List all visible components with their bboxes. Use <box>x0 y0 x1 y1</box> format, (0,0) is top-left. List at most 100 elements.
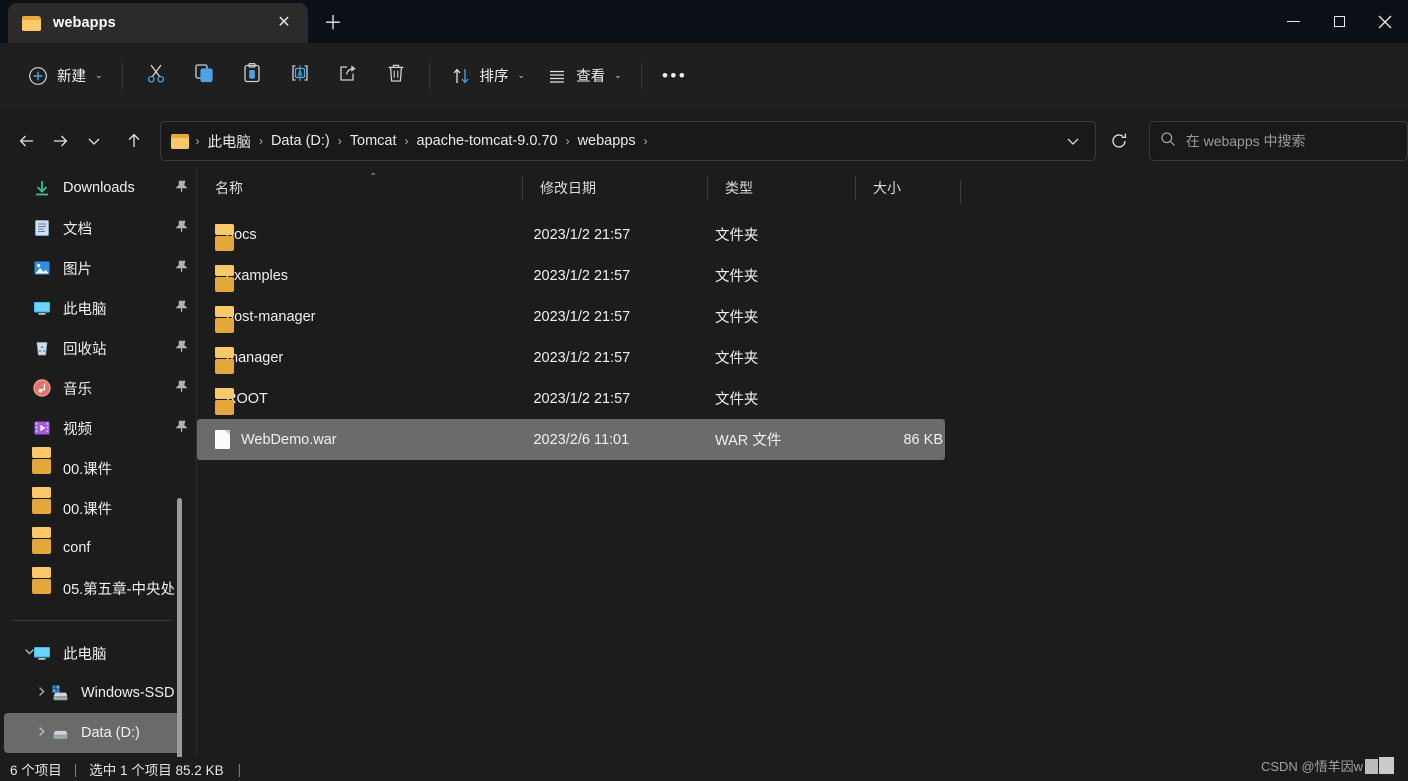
forward-button[interactable] <box>44 124 78 158</box>
more-options-button[interactable]: ••• <box>651 57 699 95</box>
file-date: 2023/2/6 11:01 <box>533 431 630 448</box>
address-dropdown-button[interactable] <box>1055 123 1091 159</box>
download-arrow-icon <box>32 178 52 198</box>
file-explorer-window: webapps ✕ ＋ 新建 ⌄ 排序 ⌄ 查看 ⌄ ••• › 此电脑 › D… <box>0 0 1408 781</box>
table-row[interactable]: examples 2023/1/2 21:57 文件夹 <box>197 255 945 296</box>
refresh-button[interactable] <box>1102 124 1136 158</box>
sidebar-item-downloads[interactable]: Downloads <box>4 168 188 208</box>
watermark-text: CSDN @悟羊因w <box>1260 759 1363 774</box>
list-lines-icon <box>545 64 569 88</box>
share-button[interactable] <box>324 57 372 95</box>
column-header-size[interactable]: 大小 <box>855 168 960 208</box>
sidebar-tree-this-pc[interactable]: 此电脑 <box>4 633 182 673</box>
file-rows: docs 2023/1/2 21:57 文件夹 examples 2023/1/… <box>197 208 1408 460</box>
view-button[interactable]: 查看 ⌄ <box>535 57 632 95</box>
file-date: 2023/1/2 21:57 <box>533 349 631 366</box>
sidebar-tree-data-d[interactable]: Data (D:) <box>4 713 182 753</box>
this-pc-icon <box>32 298 52 318</box>
chevron-right-icon[interactable] <box>34 725 48 741</box>
new-button[interactable]: 新建 ⌄ <box>16 57 113 95</box>
sidebar-item-label: 回收站 <box>63 341 107 358</box>
sidebar-item-recycle-bin[interactable]: 回收站 <box>4 328 188 368</box>
status-separator: | <box>237 761 242 777</box>
sidebar-tree-windows-ssd[interactable]: Windows-SSD <box>4 673 182 713</box>
sidebar-item-videos[interactable]: 视频 <box>4 408 188 448</box>
delete-button[interactable] <box>372 57 420 95</box>
file-date: 2023/1/2 21:57 <box>533 308 631 325</box>
column-header-date[interactable]: 修改日期 <box>522 168 707 208</box>
column-header-label: 名称 <box>215 180 243 196</box>
title-bar: webapps ✕ ＋ <box>0 0 1408 43</box>
sidebar-item-pictures[interactable]: 图片 <box>4 248 188 288</box>
up-button[interactable] <box>117 124 151 158</box>
breadcrumb-item-3[interactable]: apache-tomcat-9.0.70 <box>413 133 562 149</box>
file-name-cell: ROOT <box>197 387 515 415</box>
file-type: WAR 文件 <box>714 433 782 449</box>
sidebar-item-this-pc[interactable]: 此电脑 <box>4 288 188 328</box>
file-date: 2023/1/2 21:57 <box>533 226 631 243</box>
column-header-label: 类型 <box>725 180 753 196</box>
folder-icon <box>32 447 52 478</box>
breadcrumb[interactable]: › 此电脑 › Data (D:) › Tomcat › apache-tomc… <box>160 121 1097 161</box>
scissors-icon <box>145 62 167 89</box>
pin-icon <box>175 180 188 196</box>
column-header-type[interactable]: 类型 <box>707 168 855 208</box>
tab-webapps[interactable]: webapps ✕ <box>8 3 308 43</box>
rename-button[interactable]: A <box>276 57 324 95</box>
breadcrumb-item-1[interactable]: Data (D:) <box>267 133 334 149</box>
close-window-button[interactable] <box>1362 0 1408 43</box>
sidebar-item-documents[interactable]: 文档 <box>4 208 188 248</box>
drive-icon <box>50 683 70 703</box>
sort-button[interactable]: 排序 ⌄ <box>439 57 536 95</box>
back-button[interactable] <box>10 124 44 158</box>
recent-locations-button[interactable] <box>77 124 111 158</box>
breadcrumb-item-0[interactable]: 此电脑 <box>203 131 255 152</box>
copy-button[interactable] <box>180 57 228 95</box>
share-icon <box>337 62 359 89</box>
sidebar-item-folder-conf[interactable]: conf <box>4 527 182 568</box>
minimize-button[interactable] <box>1270 0 1316 43</box>
sidebar-item-music[interactable]: 音乐 <box>4 368 188 408</box>
table-row[interactable]: manager 2023/1/2 21:57 文件夹 <box>197 337 945 378</box>
search-placeholder: 在 webapps 中搜索 <box>1185 133 1306 149</box>
sidebar-item-label: conf <box>63 540 91 556</box>
sidebar-scrollbar[interactable] <box>177 498 182 757</box>
table-row[interactable]: docs 2023/1/2 21:57 文件夹 <box>197 214 945 255</box>
breadcrumb-item-2[interactable]: Tomcat <box>346 133 401 149</box>
cut-button[interactable] <box>132 57 180 95</box>
table-row[interactable]: ROOT 2023/1/2 21:57 文件夹 <box>197 378 945 419</box>
breadcrumb-separator: › <box>337 134 342 148</box>
paste-button[interactable] <box>228 57 276 95</box>
status-item-count: 6 个项目 <box>10 763 62 778</box>
status-bar: 6 个项目 | 选中 1 个项目 85.2 KB | <box>0 757 1408 781</box>
sidebar-item-label: 文档 <box>63 221 92 238</box>
search-icon <box>1160 131 1176 152</box>
trash-icon <box>385 62 407 89</box>
view-button-label: 查看 <box>576 69 606 85</box>
new-button-label: 新建 <box>57 69 86 85</box>
sidebar-item-label: 此电脑 <box>63 301 107 318</box>
search-input[interactable]: 在 webapps 中搜索 <box>1148 121 1408 161</box>
file-name: manager <box>226 349 284 366</box>
table-row[interactable]: WebDemo.war 2023/2/6 11:01 WAR 文件 86 KB <box>197 419 945 460</box>
column-header-name[interactable]: 名称 ⌃ <box>197 168 522 208</box>
watermark: CSDN @悟羊因w <box>1261 756 1394 775</box>
table-row[interactable]: host-manager 2023/1/2 21:57 文件夹 <box>197 296 945 337</box>
sidebar-tree-label: 此电脑 <box>63 646 107 663</box>
file-name-cell: docs <box>197 223 515 251</box>
sidebar-item-folder-kejian-2[interactable]: 00.课件 <box>4 487 182 528</box>
chevron-down-icon: ⌄ <box>95 70 103 80</box>
close-tab-icon[interactable]: ✕ <box>270 9 298 37</box>
sidebar-item-folder-chapter5[interactable]: 05.第五章-中央处 <box>4 567 182 608</box>
new-tab-button[interactable]: ＋ <box>316 7 350 39</box>
chevron-right-icon[interactable] <box>34 685 48 701</box>
paste-icon <box>241 62 263 89</box>
chevron-down-icon: ⌄ <box>614 70 622 80</box>
column-header-label: 大小 <box>873 180 901 196</box>
maximize-button[interactable] <box>1316 0 1362 43</box>
tab-title: webapps <box>53 15 116 31</box>
sidebar-item-folder-kejian-1[interactable]: 00.课件 <box>4 447 182 488</box>
breadcrumb-item-4[interactable]: webapps <box>574 133 640 149</box>
pin-icon <box>175 220 188 236</box>
sidebar-item-label: 视频 <box>63 421 92 438</box>
